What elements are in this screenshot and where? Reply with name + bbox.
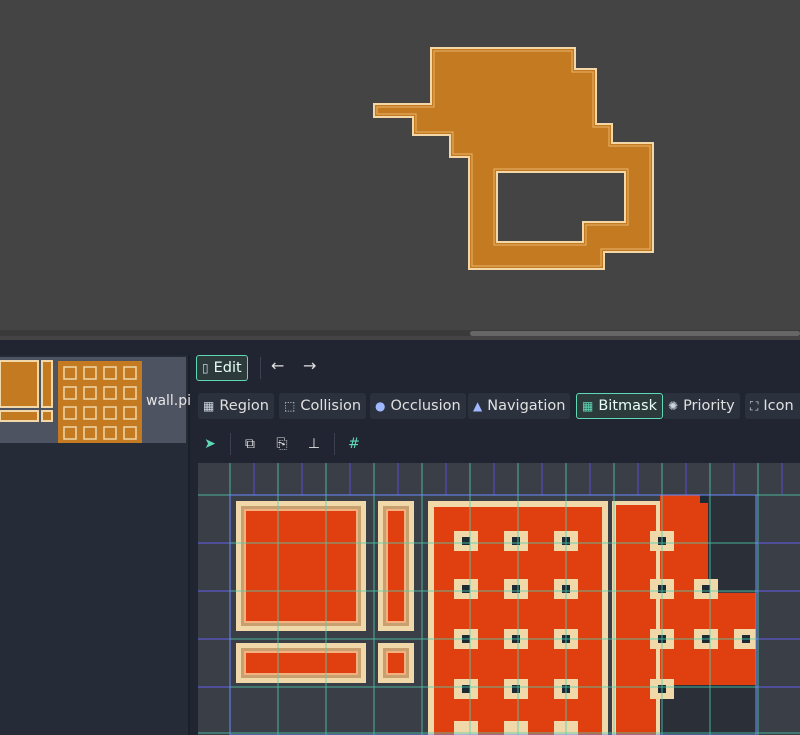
scrollbar-thumb[interactable] [470, 331, 800, 336]
paste-icon[interactable]: ⎘ [272, 434, 292, 454]
tab-priority[interactable]: ✺ Priority [663, 393, 740, 419]
tool-divider [230, 433, 231, 455]
edit-button[interactable]: ▯ Edit [196, 355, 248, 381]
navigation-icon: ▲ [473, 399, 483, 413]
tab-navigation-label: Navigation [487, 398, 566, 414]
tile-list-item[interactable]: wall.pi [0, 357, 191, 443]
tab-occlusion[interactable]: ● Occlusion [370, 393, 466, 419]
tab-bitmask[interactable]: ▦ Bitmask [576, 393, 663, 419]
tileset-canvas[interactable] [198, 463, 800, 735]
tilemap-shape [373, 47, 654, 270]
tab-icon-label: Icon [763, 398, 794, 414]
tile-thumbnail [0, 360, 142, 443]
bitmask-icon: ▦ [582, 399, 594, 413]
tool-divider [334, 433, 335, 455]
tab-icon[interactable]: ⛶ Icon [745, 393, 800, 419]
tile-list-item-label: wall.pi [146, 393, 192, 409]
erase-icon[interactable]: ⊥ [304, 434, 324, 454]
tab-collision[interactable]: ⬚ Collision [279, 393, 367, 419]
scene-viewport[interactable] [0, 0, 800, 340]
toolbar-divider [260, 357, 261, 379]
forward-arrow-icon[interactable]: → [303, 356, 316, 375]
icon-icon: ⛶ [750, 398, 759, 413]
tab-occlusion-label: Occlusion [390, 398, 461, 414]
copy-icon[interactable]: ⧉ [240, 434, 260, 454]
edit-button-label: Edit [213, 360, 242, 376]
collision-icon: ⬚ [284, 399, 296, 413]
tab-bitmask-label: Bitmask [598, 398, 657, 414]
tab-priority-label: Priority [683, 398, 735, 414]
priority-icon: ✺ [668, 399, 679, 413]
edit-icon: ▯ [202, 361, 209, 375]
tab-navigation[interactable]: ▲ Navigation [468, 393, 571, 419]
occlusion-icon: ● [375, 399, 386, 413]
tileset-texture [198, 463, 800, 735]
snap-grid-icon[interactable]: # [344, 434, 364, 454]
tab-collision-label: Collision [300, 398, 362, 414]
back-arrow-icon[interactable]: ← [271, 356, 284, 375]
region-icon: ▦ [203, 399, 215, 413]
select-icon[interactable]: ➤ [200, 434, 220, 454]
tab-region-label: Region [219, 398, 269, 414]
viewport-hscrollbar[interactable] [0, 330, 800, 336]
tab-region[interactable]: ▦ Region [198, 393, 274, 419]
tile-list[interactable]: wall.pi [0, 355, 191, 735]
